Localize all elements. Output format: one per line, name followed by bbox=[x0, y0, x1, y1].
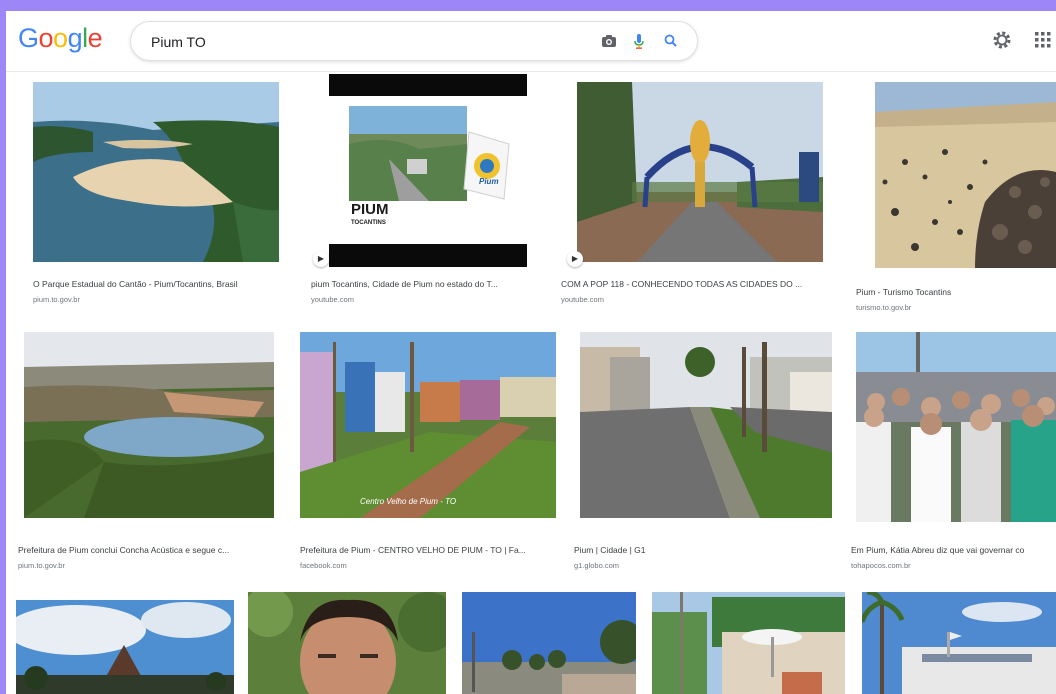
image-result[interactable]: Centro Velho de Pium - TO Prefeitura de … bbox=[300, 332, 556, 578]
thumbnail-title: PIUM bbox=[351, 201, 389, 218]
result-thumbnail[interactable] bbox=[862, 592, 1056, 694]
logo-letter: G bbox=[18, 23, 39, 53]
result-caption[interactable]: Em Pium, Kátia Abreu diz que vai governa… bbox=[851, 545, 1056, 555]
image-result[interactable]: Pium - Turismo Tocantins turismo.to.gov.… bbox=[856, 82, 1056, 312]
search-icon[interactable] bbox=[661, 31, 681, 51]
search-box[interactable] bbox=[130, 21, 698, 61]
play-icon[interactable]: ▶ bbox=[567, 251, 583, 267]
result-source[interactable]: pium.to.gov.br bbox=[33, 295, 279, 304]
result-thumbnail[interactable] bbox=[248, 592, 446, 694]
result-caption[interactable]: Pium | Cidade | G1 bbox=[574, 545, 832, 555]
result-thumbnail[interactable] bbox=[16, 600, 234, 694]
logo-letter: o bbox=[38, 23, 54, 53]
image-result[interactable] bbox=[862, 592, 1056, 694]
image-result[interactable] bbox=[462, 592, 636, 694]
result-thumbnail[interactable]: Centro Velho de Pium - TO bbox=[300, 332, 556, 518]
image-result[interactable]: PIUM TOCANTINS Pium ▶ pium Tocantins, Ci… bbox=[311, 74, 539, 312]
result-thumbnail[interactable] bbox=[462, 592, 636, 694]
image-result[interactable] bbox=[16, 600, 234, 694]
gear-icon[interactable] bbox=[991, 29, 1013, 51]
result-thumbnail[interactable] bbox=[652, 592, 845, 694]
browser-page: Google Pium TO O Parque Estadual do Cant… bbox=[6, 11, 1056, 694]
result-thumbnail[interactable] bbox=[580, 332, 832, 518]
result-source[interactable]: tohapocos.com.br bbox=[851, 561, 1056, 570]
result-thumbnail[interactable] bbox=[856, 332, 1056, 522]
result-source[interactable]: facebook.com bbox=[300, 561, 556, 570]
result-source[interactable]: youtube.com bbox=[311, 295, 539, 304]
logo-letter: e bbox=[87, 23, 103, 53]
result-caption[interactable]: COM A POP 118 - CONHECENDO TODAS AS CIDA… bbox=[561, 279, 823, 289]
result-caption[interactable]: O Parque Estadual do Cantão - Pium/Tocan… bbox=[33, 279, 279, 289]
google-logo[interactable]: Google bbox=[18, 23, 103, 54]
result-caption[interactable]: Prefeitura de Pium conclui Concha Acústi… bbox=[18, 545, 274, 555]
result-caption[interactable]: pium Tocantins, Cidade de Pium no estado… bbox=[311, 279, 539, 289]
image-result[interactable]: O Parque Estadual do Cantão - Pium/Tocan… bbox=[33, 82, 279, 312]
image-result[interactable] bbox=[652, 592, 845, 694]
search-header: Google bbox=[6, 11, 1056, 72]
result-caption[interactable]: Prefeitura de Pium - CENTRO VELHO DE PIU… bbox=[300, 545, 556, 555]
image-result[interactable]: ▶ COM A POP 118 - CONHECENDO TODAS AS CI… bbox=[561, 82, 823, 312]
thumbnail-subtitle: TOCANTINS bbox=[351, 220, 386, 226]
result-source[interactable]: youtube.com bbox=[561, 295, 823, 304]
search-input[interactable] bbox=[149, 31, 573, 53]
result-thumbnail[interactable] bbox=[24, 332, 274, 518]
thumbnail-overlay-text: Centro Velho de Pium - TO bbox=[360, 497, 457, 506]
apps-icon[interactable] bbox=[1034, 31, 1052, 49]
logo-letter: o bbox=[53, 23, 68, 53]
mic-icon[interactable] bbox=[629, 31, 649, 51]
result-source[interactable]: pium.to.gov.br bbox=[18, 561, 274, 570]
result-source[interactable]: g1.globo.com bbox=[574, 561, 832, 570]
image-result[interactable] bbox=[248, 592, 446, 694]
result-thumbnail[interactable]: PIUM TOCANTINS Pium bbox=[329, 74, 527, 267]
result-source[interactable]: turismo.to.gov.br bbox=[856, 303, 1056, 312]
camera-icon[interactable] bbox=[599, 31, 619, 51]
image-result[interactable]: Pium | Cidade | G1 g1.globo.com bbox=[574, 332, 832, 578]
play-icon[interactable]: ▶ bbox=[313, 251, 329, 267]
image-result[interactable]: Prefeitura de Pium conclui Concha Acústi… bbox=[18, 332, 274, 578]
result-caption[interactable]: Pium - Turismo Tocantins bbox=[856, 287, 1056, 297]
result-thumbnail[interactable] bbox=[875, 82, 1056, 268]
result-thumbnail[interactable] bbox=[577, 82, 823, 262]
image-result[interactable]: Em Pium, Kátia Abreu diz que vai governa… bbox=[851, 332, 1056, 578]
result-thumbnail[interactable] bbox=[33, 82, 279, 262]
logo-letter: g bbox=[67, 23, 83, 53]
thumbnail-badge: Pium bbox=[479, 177, 499, 186]
